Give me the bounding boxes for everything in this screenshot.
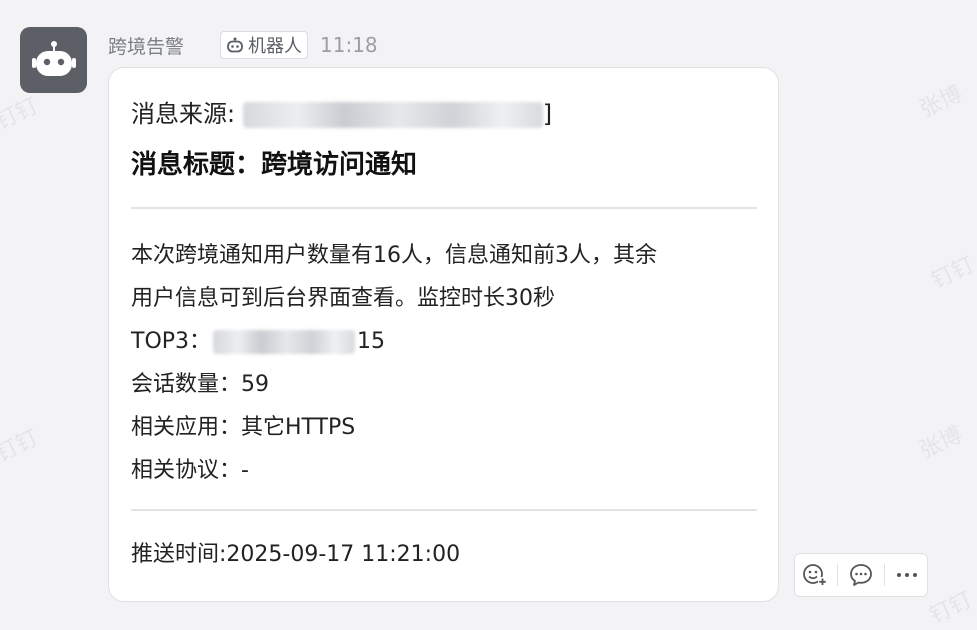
message-title: 消息标题：跨境访问通知 [131,150,418,180]
message-source: 消息来源: ] [131,94,552,129]
watermark: 张博 [915,422,967,464]
message-card[interactable]: 消息来源: ] 消息标题：跨境访问通知 本次跨境通知用户数量有16人，信息通知前… [108,67,779,602]
toolbar-separator [837,564,839,586]
watermark: 钉钉 [925,587,977,629]
body-line: 用户信息可到后台界面查看。监控时长30秒 [131,286,555,311]
redacted-source [242,102,543,128]
emoji-add-icon [802,564,827,586]
watermark: 钉钉 [927,252,977,294]
top3-label: TOP3： [131,329,212,354]
protocol-line: 相关协议：- [131,458,249,483]
message-time: 11:18 [320,33,378,57]
more-button[interactable] [890,558,924,592]
bot-avatar[interactable] [20,27,87,93]
body-line: 本次跨境通知用户数量有16人，信息通知前3人，其余 [131,243,657,268]
watermark: 张博 [915,81,967,123]
push-time: 推送时间:2025-09-17 11:21:00 [131,542,461,567]
comment-icon [850,564,872,586]
message-meta: 跨境告警 机器人 11:18 [108,30,378,60]
watermark: 钉钉 [0,425,43,467]
bot-tag: 机器人 [220,31,309,59]
more-icon [897,573,918,577]
top3-tail: 15 [357,329,386,354]
app-line: 相关应用：其它HTTPS [131,415,356,440]
sender-name[interactable]: 跨境告警 [108,32,184,59]
message-source-label: 消息来源: [131,100,243,128]
sessions-line: 会话数量：59 [131,372,269,397]
message-source-tail: ] [542,100,553,128]
watermark: 钉钉 [0,93,43,135]
reply-button[interactable] [844,558,878,592]
redacted-top3 [213,330,356,354]
message-actions [794,553,928,597]
divider [131,207,757,209]
robot-icon [227,37,243,53]
divider [131,509,757,511]
top3-line: TOP3： 15 [131,320,761,363]
toolbar-separator [883,564,885,586]
bot-tag-label: 机器人 [248,36,303,57]
robot-icon [31,41,76,76]
message-body: 本次跨境通知用户数量有16人，信息通知前3人，其余 用户信息可到后台界面查看。监… [131,234,761,492]
add-reaction-button[interactable] [798,558,832,592]
